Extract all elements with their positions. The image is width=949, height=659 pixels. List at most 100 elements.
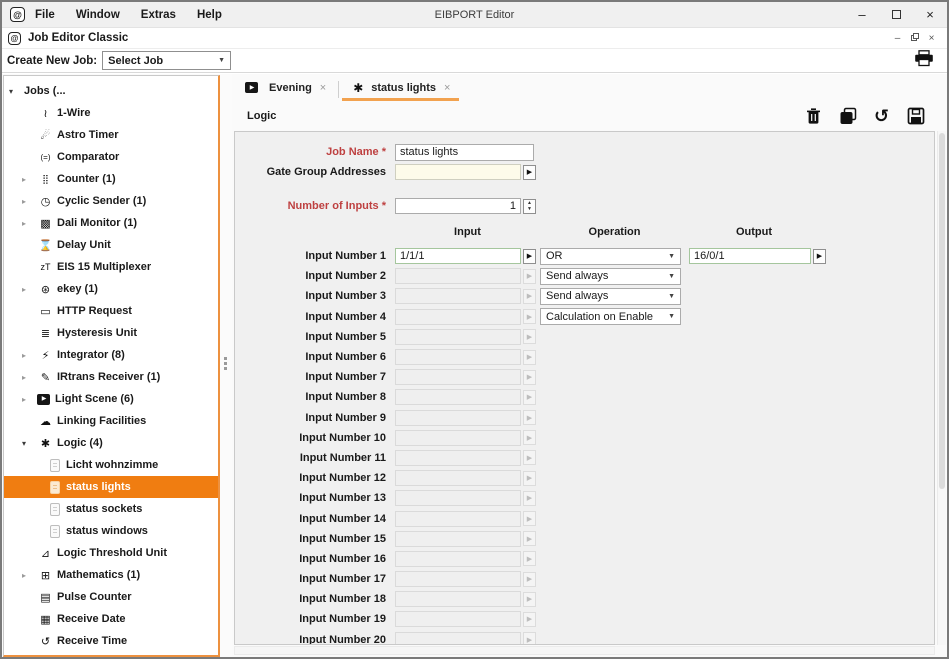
- job-editor-title: Job Editor Classic: [28, 32, 128, 44]
- select-job-value: Select Job: [108, 55, 163, 67]
- close-icon[interactable]: ×: [913, 7, 947, 22]
- io-row-input-number-1: Input Number 11/1/1▶OR▼16/0/1▶: [235, 246, 934, 266]
- tree-item-http-request[interactable]: ▭HTTP Request: [4, 300, 218, 322]
- tree-item-status-sockets[interactable]: status sockets: [4, 498, 218, 520]
- tree-item-label: ekey (1): [57, 283, 98, 295]
- tree-item-pulse-counter[interactable]: ▤Pulse Counter: [4, 586, 218, 608]
- child-close-icon[interactable]: ×: [923, 33, 940, 44]
- horizontal-scrollbar[interactable]: [234, 646, 935, 655]
- collapsed-arrow-icon[interactable]: ▸: [22, 219, 37, 228]
- logic-form: Job Name * status lights Gate Group Addr…: [234, 131, 935, 645]
- tree-item-astro-timer[interactable]: ☄Astro Timer: [4, 124, 218, 146]
- input-address-picker-button: ▶: [523, 531, 536, 546]
- one-wire-icon: ≀: [37, 107, 54, 120]
- tree-item-hysteresis-unit[interactable]: ≣Hysteresis Unit: [4, 322, 218, 344]
- tree-item-linking-facilities[interactable]: ☁Linking Facilities: [4, 410, 218, 432]
- print-button[interactable]: [914, 50, 934, 72]
- comparator-icon: (=): [37, 153, 54, 162]
- menu-window[interactable]: Window: [76, 9, 120, 21]
- tree-item-label: Cyclic Sender (1): [57, 195, 146, 207]
- tree-item-status-windows[interactable]: status windows: [4, 520, 218, 542]
- tree-item-licht-wohnzimme[interactable]: Licht wohnzimme: [4, 454, 218, 476]
- output-address-picker-button[interactable]: ▶: [813, 249, 826, 264]
- dali-monitor-icon: ▩: [37, 217, 54, 230]
- tree-item-eis-15-multiplexer[interactable]: zTEIS 15 Multiplexer: [4, 256, 218, 278]
- input-address-picker-button[interactable]: ▶: [523, 249, 536, 264]
- close-tab-icon[interactable]: ×: [444, 82, 450, 94]
- reload-button[interactable]: ↺: [872, 107, 891, 126]
- minimize-icon[interactable]: –: [845, 7, 879, 22]
- tab-status-lights[interactable]: ✱ status lights ×: [342, 77, 459, 101]
- tree-item-status-lights[interactable]: status lights: [4, 476, 218, 498]
- collapsed-arrow-icon[interactable]: ▸: [22, 351, 37, 360]
- child-restore-icon[interactable]: [906, 33, 923, 44]
- delete-job-button[interactable]: [804, 107, 823, 126]
- input-address-field: [395, 591, 521, 607]
- tree-item-comparator[interactable]: (=)Comparator: [4, 146, 218, 168]
- input-address-picker-button: ▶: [523, 309, 536, 324]
- job-editor-logo-icon: @: [8, 32, 21, 45]
- close-tab-icon[interactable]: ×: [320, 82, 326, 94]
- gate-addresses-input[interactable]: [395, 164, 521, 180]
- window-controls: – ×: [845, 7, 947, 22]
- panel-splitter[interactable]: [220, 74, 232, 657]
- tree-item-mathematics-1[interactable]: ▸⊞Mathematics (1): [4, 564, 218, 586]
- tree-item-light-scene-6[interactable]: ▸▶Light Scene (6): [4, 388, 218, 410]
- tree-item-delay-unit[interactable]: ⌛Delay Unit: [4, 234, 218, 256]
- tab-label: status lights: [371, 82, 436, 94]
- scrollbar-thumb[interactable]: [939, 133, 945, 489]
- tree-item-jobs-root[interactable]: ▾ Jobs (...: [4, 80, 218, 102]
- tree-item-ekey-1[interactable]: ▸⊛ekey (1): [4, 278, 218, 300]
- dropdown-caret-icon: ▼: [668, 253, 675, 260]
- operation-select[interactable]: Calculation on Enable▼: [540, 308, 681, 325]
- save-button[interactable]: [906, 107, 925, 126]
- num-inputs-input[interactable]: 1: [395, 198, 521, 214]
- pulse-counter-icon: ▤: [37, 591, 54, 604]
- tree-item-logic-threshold-unit[interactable]: ⊿Logic Threshold Unit: [4, 542, 218, 564]
- menu-help[interactable]: Help: [197, 9, 222, 21]
- tree-item-logic-4[interactable]: ▾✱Logic (4): [4, 432, 218, 454]
- tree-item-receive-time[interactable]: ↺Receive Time: [4, 630, 218, 652]
- trash-icon: [805, 107, 822, 125]
- tree-item-cyclic-sender-1[interactable]: ▸◷Cyclic Sender (1): [4, 190, 218, 212]
- io-row-input-number-13: Input Number 13▶: [235, 488, 934, 508]
- operation-select[interactable]: OR▼: [540, 248, 681, 265]
- gate-address-picker-button[interactable]: ▶: [523, 165, 536, 180]
- menu-file[interactable]: File: [35, 9, 55, 21]
- expanded-arrow-icon[interactable]: ▾: [22, 439, 37, 448]
- expanded-arrow-icon[interactable]: ▾: [9, 87, 24, 96]
- reload-icon: ↺: [874, 107, 889, 125]
- operation-value: Send always: [546, 290, 608, 302]
- tree-item-integrator-8[interactable]: ▸⚡Integrator (8): [4, 344, 218, 366]
- tree-item-receive-date[interactable]: ▦Receive Date: [4, 608, 218, 630]
- collapsed-arrow-icon[interactable]: ▸: [22, 285, 37, 294]
- vertical-scrollbar[interactable]: [937, 131, 946, 645]
- tree-item-dali-monitor-1[interactable]: ▸▩Dali Monitor (1): [4, 212, 218, 234]
- input-address-field[interactable]: 1/1/1: [395, 248, 521, 264]
- tree-item-1-wire[interactable]: ≀1-Wire: [4, 102, 218, 124]
- input-address-field: [395, 531, 521, 547]
- input-address-picker-button: ▶: [523, 450, 536, 465]
- tree-item-label: status lights: [66, 481, 131, 493]
- collapsed-arrow-icon[interactable]: ▸: [22, 197, 37, 206]
- collapsed-arrow-icon[interactable]: ▸: [22, 395, 37, 404]
- duplicate-job-button[interactable]: [838, 107, 857, 126]
- select-job-dropdown[interactable]: Select Job ▼: [102, 51, 231, 70]
- menu-extras[interactable]: Extras: [141, 9, 176, 21]
- num-inputs-stepper[interactable]: ▲▼: [523, 199, 536, 214]
- maximize-icon[interactable]: [879, 7, 913, 22]
- tree-item-counter-1[interactable]: ▸⣿Counter (1): [4, 168, 218, 190]
- collapsed-arrow-icon[interactable]: ▸: [22, 373, 37, 382]
- tab-evening[interactable]: ▶ Evening ×: [236, 77, 335, 101]
- collapsed-arrow-icon[interactable]: ▸: [22, 571, 37, 580]
- child-minimize-icon[interactable]: –: [889, 33, 906, 44]
- logic-icon: ✱: [37, 437, 54, 450]
- output-address-field[interactable]: 16/0/1: [689, 248, 811, 264]
- operation-value: Send always: [546, 270, 608, 282]
- job-name-input[interactable]: status lights: [395, 144, 534, 161]
- tree-item-irtrans-receiver-1[interactable]: ▸✎IRtrans Receiver (1): [4, 366, 218, 388]
- collapsed-arrow-icon[interactable]: ▸: [22, 175, 37, 184]
- tree-item-label: 1-Wire: [57, 107, 91, 119]
- operation-select[interactable]: Send always▼: [540, 268, 681, 285]
- operation-select[interactable]: Send always▼: [540, 288, 681, 305]
